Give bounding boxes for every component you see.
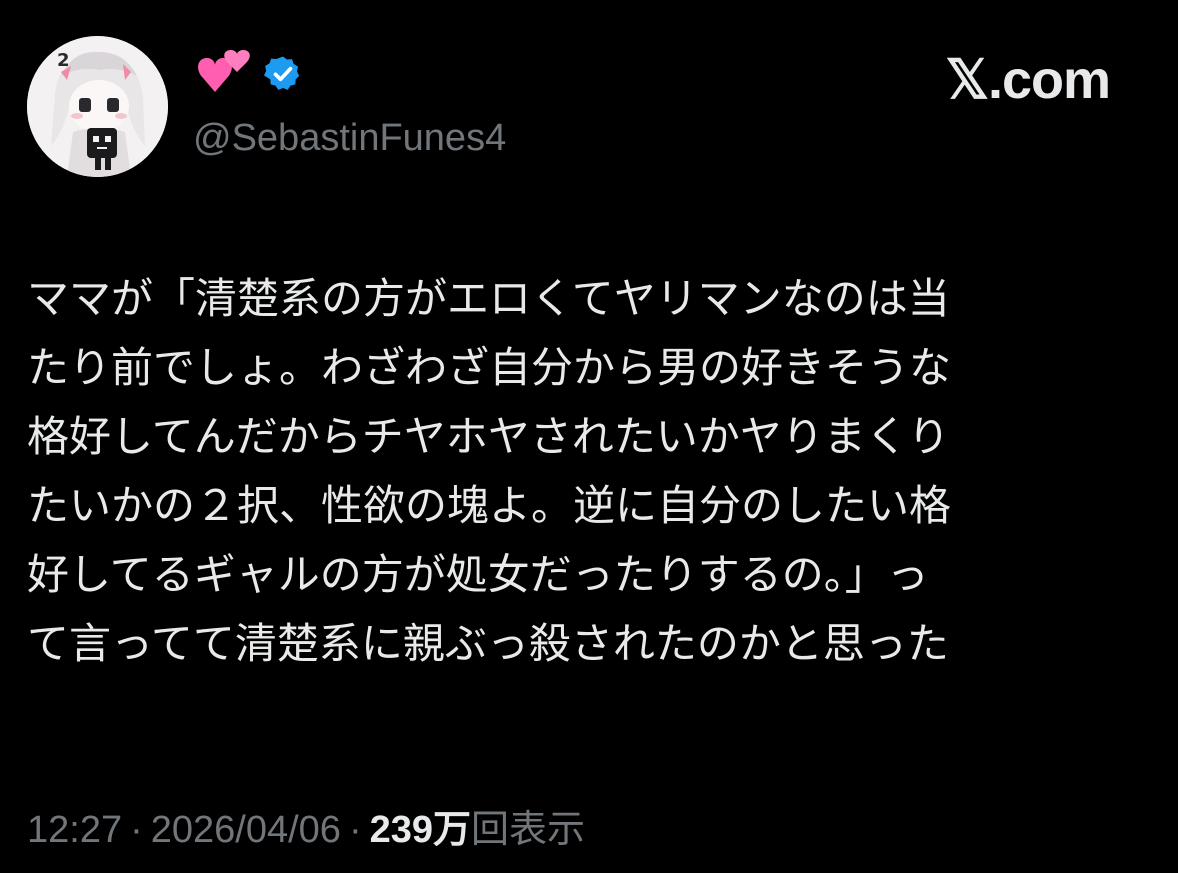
separator-dot: · <box>130 809 143 851</box>
tweet-line: ママが「清楚系の方がエロくてヤリマンなのは当 <box>27 274 950 323</box>
tweet-line: たり前でしょ。わざわざ自分から男の好きそうな <box>27 343 952 392</box>
tweet-line: て言ってて清楚系に親ぶっ殺されたのかと思った <box>27 619 949 668</box>
views-label: 回表示 <box>471 809 586 851</box>
two-hearts-icon <box>193 48 251 100</box>
svg-text:2: 2 <box>57 50 70 71</box>
avatar[interactable]: 2 <box>27 36 168 177</box>
tweet-line: 格好してんだからチヤホヤされたいかヤりまくり <box>27 412 950 461</box>
user-handle[interactable]: @SebastinFunes4 <box>193 116 506 160</box>
tweet-date[interactable]: 2026/04/06 <box>151 809 341 851</box>
tweet-text: ママが「清楚系の方がエロくてヤリマンなのは当 たり前でしょ。わざわざ自分から男の… <box>27 264 1142 678</box>
separator-dot: · <box>348 809 362 851</box>
tweet-line: 好してるギャルの方が処女だったりするの。」っ <box>27 550 929 599</box>
verified-badge-icon[interactable] <box>263 54 303 94</box>
x-site-logo: 𝕏.com <box>945 50 1111 110</box>
display-name-row[interactable] <box>193 44 303 104</box>
anime-character-avatar-icon: 2 <box>27 36 168 177</box>
tweet-time[interactable]: 12:27 <box>27 809 122 851</box>
tweet-line: たいかの２択、性欲の塊よ。逆に自分のしたい格 <box>27 481 952 530</box>
tweet-meta: 12:27 · 2026/04/06 · 239万回表示 <box>27 806 585 854</box>
views-count[interactable]: 239万 <box>370 809 471 851</box>
